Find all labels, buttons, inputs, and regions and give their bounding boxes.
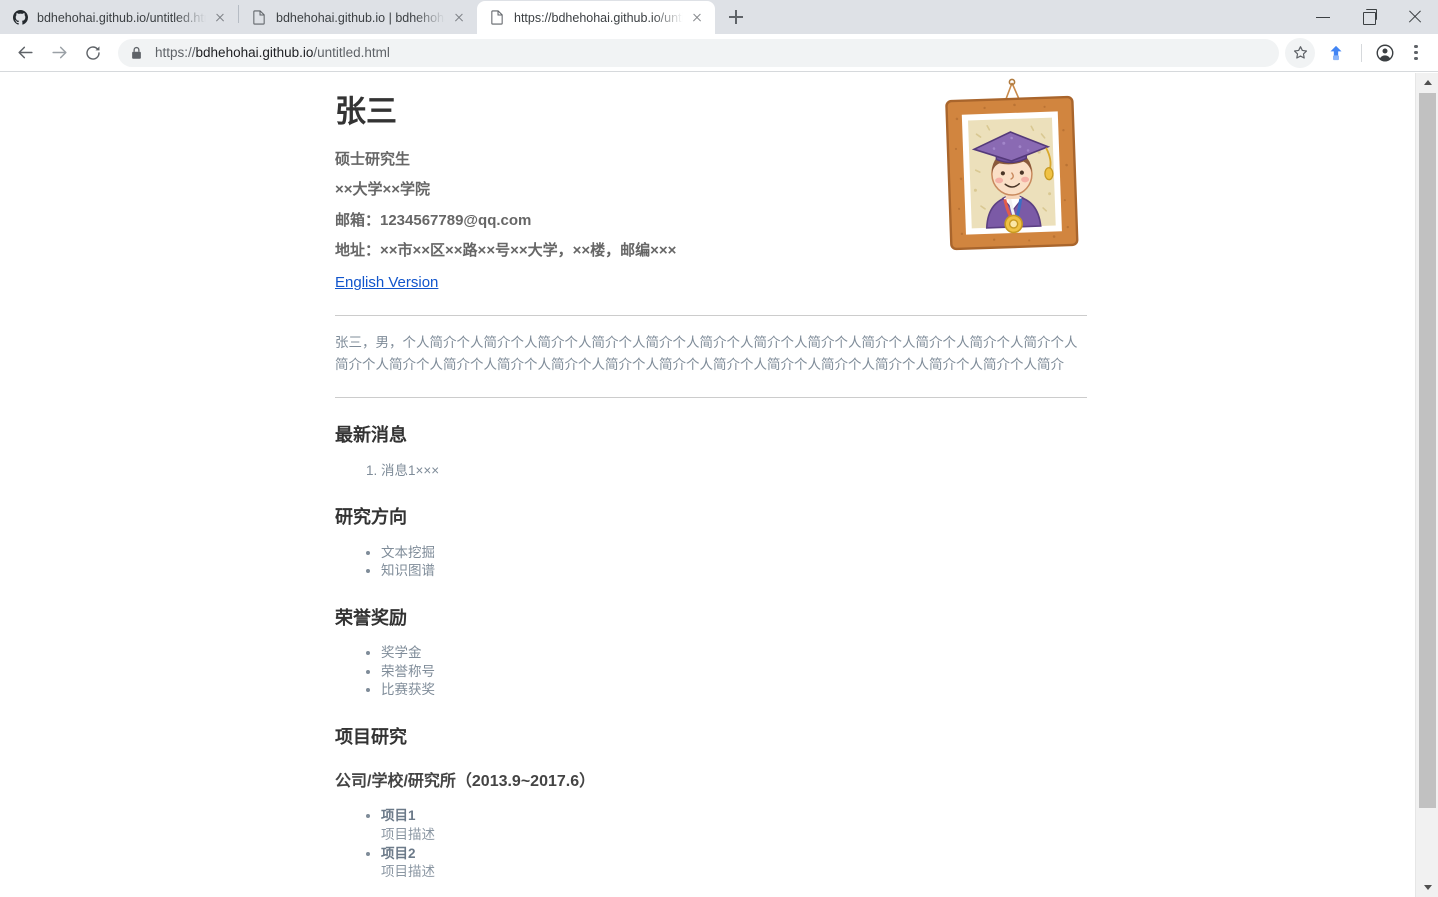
scroll-down-arrow-icon[interactable] [1416, 878, 1438, 897]
section-title-projects: 项目研究 [335, 727, 407, 748]
page-icon [489, 10, 505, 26]
minimize-button[interactable] [1300, 0, 1346, 34]
address-bar[interactable]: https://bdhehohai.github.io/untitled.htm… [118, 38, 1279, 67]
url-path: /untitled.html [313, 45, 390, 60]
web-page: 张三 硕士研究生 ××大学××学院 邮箱：1234567789@qq.com 地… [0, 73, 1415, 897]
github-icon [12, 10, 28, 26]
list-item: 消息1××× [381, 462, 1087, 481]
maximize-button[interactable] [1346, 0, 1392, 34]
bio-paragraph: 张三，男，个人简介个人简介个人简介个人简介个人简介个人简介个人简介个人简介个人简… [335, 335, 1078, 373]
project-group-heading: 公司/学校/研究所（2013.9~2017.6） [335, 773, 596, 791]
english-version-link[interactable]: English Version [335, 274, 438, 291]
page-scrollbar[interactable] [1415, 73, 1438, 897]
forward-button[interactable] [42, 36, 76, 70]
research-list: 文本挖掘 知识图谱 [335, 544, 1087, 581]
project-desc: 项目描述 [381, 826, 435, 842]
news-list: 消息1××× [335, 462, 1087, 481]
tab-1-title: bdhehohai.github.io/untitled.html [37, 10, 206, 25]
page-icon [251, 10, 267, 26]
divider-bio [335, 397, 1087, 399]
profile-avatar-icon[interactable] [1370, 38, 1400, 68]
project-desc: 项目描述 [381, 864, 435, 880]
tab-3-close-icon[interactable] [689, 10, 705, 26]
tab-1[interactable]: bdhehohai.github.io/untitled.html [0, 1, 238, 34]
project-name: 项目1 [381, 808, 416, 824]
list-item: 荣誉称号 [381, 663, 1087, 682]
page-viewport: 张三 硕士研究生 ××大学××学院 邮箱：1234567789@qq.com 地… [0, 73, 1438, 897]
scrollbar-thumb[interactable] [1419, 93, 1436, 808]
english-version-link-wrap: English Version [335, 271, 1087, 294]
awards-list: 奖学金 荣誉称号 比赛获奖 [335, 644, 1087, 700]
page-content: 张三 硕士研究生 ××大学××学院 邮箱：1234567789@qq.com 地… [335, 73, 1087, 897]
close-window-button[interactable] [1392, 0, 1438, 34]
list-item: 项目1 项目描述 [381, 807, 1087, 844]
tab-1-close-icon[interactable] [212, 10, 228, 26]
url-host: bdhehohai.github.io [195, 45, 314, 60]
section-title-news: 最新消息 [335, 425, 407, 446]
section-title-research: 研究方向 [335, 507, 407, 528]
browser-menu-icon[interactable] [1402, 38, 1430, 68]
list-item: 比赛获奖 [381, 681, 1087, 700]
project-list: 项目1 项目描述 项目2 项目描述 [335, 807, 1087, 882]
project-name: 项目2 [381, 845, 416, 861]
list-item: 文本挖掘 [381, 544, 1087, 563]
profile-photo [937, 77, 1087, 257]
reload-button[interactable] [76, 36, 110, 70]
browser-window: bdhehohai.github.io/untitled.html bdheho… [0, 0, 1438, 897]
toolbar-separator [1361, 43, 1362, 62]
extension-icon[interactable] [1321, 38, 1351, 68]
profile-header: 张三 硕士研究生 ××大学××学院 邮箱：1234567789@qq.com 地… [335, 73, 1087, 294]
list-item: 项目2 项目描述 [381, 845, 1087, 882]
scroll-up-arrow-icon[interactable] [1416, 73, 1438, 92]
tab-2-title: bdhehohai.github.io | bdhehohai [276, 10, 445, 25]
window-controls [1300, 0, 1438, 34]
tab-2-close-icon[interactable] [451, 10, 467, 26]
list-item: 知识图谱 [381, 562, 1087, 581]
list-item: 奖学金 [381, 644, 1087, 663]
section-title-awards: 荣誉奖励 [335, 607, 407, 628]
url-text: https://bdhehohai.github.io/untitled.htm… [155, 45, 390, 60]
tab-2[interactable]: bdhehohai.github.io | bdhehohai [239, 1, 477, 34]
back-button[interactable] [8, 36, 42, 70]
new-tab-button[interactable] [721, 2, 751, 32]
url-scheme: https:// [155, 45, 196, 60]
bookmark-star-icon[interactable] [1285, 37, 1315, 68]
browser-toolbar: https://bdhehohai.github.io/untitled.htm… [0, 34, 1438, 72]
tab-strip: bdhehohai.github.io/untitled.html bdheho… [0, 0, 1438, 34]
tab-3-title: https://bdhehohai.github.io/untitled.htm… [514, 10, 683, 25]
divider-top [335, 315, 1087, 317]
lock-icon [130, 46, 144, 60]
tab-3[interactable]: https://bdhehohai.github.io/untitled.htm… [477, 1, 715, 34]
